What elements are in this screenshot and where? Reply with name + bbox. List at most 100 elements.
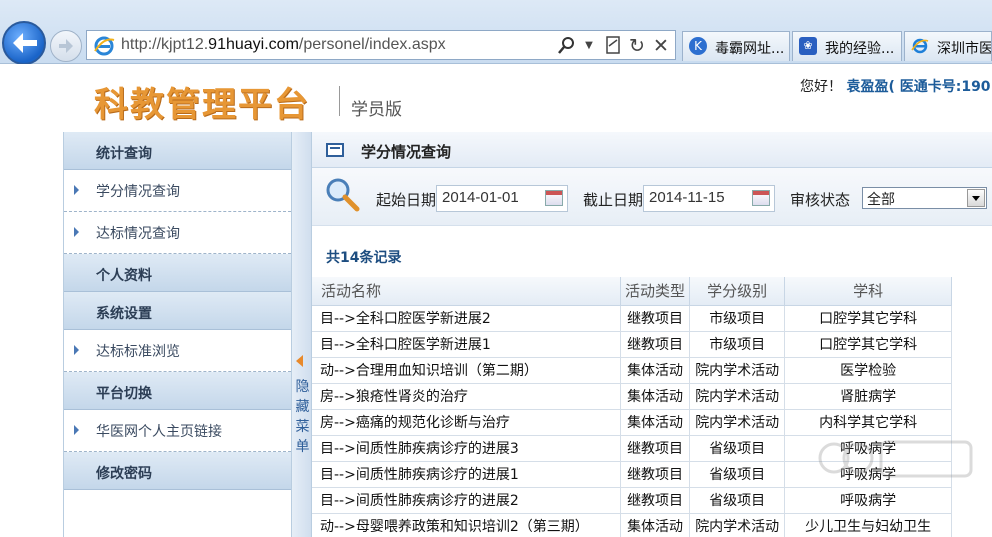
- cell-activity-name[interactable]: 目-->间质性肺疾病诊疗的进展2: [312, 487, 622, 514]
- cell-activity-type: 集体活动: [620, 513, 691, 537]
- cell-credit-level: 省级项目: [689, 487, 786, 514]
- column-header-activity-name[interactable]: 活动名称: [312, 277, 622, 306]
- page-header: 科教管理平台 学员版 您好！ 袁盈盈( 医通卡号:190: [0, 64, 992, 132]
- calendar-icon[interactable]: [752, 190, 770, 206]
- cell-subject: 医学检验: [784, 357, 952, 384]
- hide-menu-label[interactable]: 隐藏菜单: [293, 377, 312, 457]
- cell-activity-type: 集体活动: [620, 357, 691, 384]
- collapse-arrow-icon[interactable]: [296, 355, 303, 367]
- cell-subject: 呼吸病学: [784, 435, 952, 462]
- table-row[interactable]: 目-->全科口腔医学新进展2 继教项目 市级项目 口腔学其它学科: [312, 305, 952, 332]
- page-title: 学分情况查询: [361, 143, 452, 161]
- filter-bar: 起始日期 2014-01-01 截止日期 2014-11-15 审核状态 全部: [312, 168, 992, 226]
- start-date-input[interactable]: 2014-01-01: [436, 185, 568, 212]
- cell-subject: 内科学其它学科: [784, 409, 952, 436]
- panel-header: 学分情况查询: [312, 132, 992, 168]
- browser-tab-3[interactable]: 深圳市医: [904, 31, 992, 61]
- tab-label: 毒霸网址...: [715, 41, 785, 57]
- cell-activity-name[interactable]: 房-->癌痛的规范化诊断与治疗: [312, 409, 622, 436]
- logo-divider: [339, 86, 340, 116]
- table-row[interactable]: 目-->间质性肺疾病诊疗的进展1 继教项目 省级项目 呼吸病学: [312, 461, 952, 488]
- dropdown-arrow-icon[interactable]: ▼: [579, 36, 599, 56]
- cell-activity-name[interactable]: 目-->全科口腔医学新进展2: [312, 305, 622, 332]
- end-date-label: 截止日期: [583, 191, 644, 209]
- sidebar-item-label: 华医网个人主页链接: [96, 424, 222, 440]
- sidebar-section-statistics[interactable]: 统计查询: [64, 132, 291, 170]
- table-row[interactable]: 动-->母婴喂养政策和知识培训2（第三期） 集体活动 院内学术活动 少儿卫生与妇…: [312, 513, 952, 537]
- sidebar-section-profile[interactable]: 个人资料: [64, 254, 291, 292]
- stop-icon[interactable]: ✕: [651, 36, 671, 56]
- cell-credit-level: 院内学术活动: [689, 513, 786, 537]
- sidebar-toggle[interactable]: 隐藏菜单: [291, 132, 312, 537]
- cell-subject: 口腔学其它学科: [784, 305, 952, 332]
- browser-tab-1[interactable]: K 毒霸网址...: [682, 31, 790, 61]
- tab-label: 我的经验...: [825, 41, 895, 57]
- end-date-input[interactable]: 2014-11-15: [643, 185, 775, 212]
- table-row[interactable]: 目-->间质性肺疾病诊疗的进展3 继教项目 省级项目 呼吸病学: [312, 435, 952, 462]
- sidebar-item-standard-query[interactable]: 达标情况查询: [64, 212, 291, 254]
- refresh-icon[interactable]: ↻: [627, 36, 647, 56]
- sidebar-item-label: 达标情况查询: [96, 226, 180, 242]
- table-row[interactable]: 房-->狼疮性肾炎的治疗 集体活动 院内学术活动 肾脏病学: [312, 383, 952, 410]
- browser-tab-2[interactable]: ❀ 我的经验...: [792, 31, 902, 61]
- sidebar-item-label: 达标标准浏览: [96, 344, 180, 360]
- credit-table: 活动名称 活动类型 学分级别 学科 目-->全科口腔医学新进展2 继教项目 市级…: [312, 277, 952, 537]
- tab-label: 深圳市医: [937, 41, 992, 57]
- table-row[interactable]: 房-->癌痛的规范化诊断与治疗 集体活动 院内学术活动 内科学其它学科: [312, 409, 952, 436]
- cell-credit-level: 院内学术活动: [689, 383, 786, 410]
- start-date-value: 2014-01-01: [442, 189, 519, 206]
- cell-activity-name[interactable]: 目-->全科口腔医学新进展1: [312, 331, 622, 358]
- chevron-down-icon[interactable]: [967, 189, 985, 207]
- table-row[interactable]: 目-->全科口腔医学新进展1 继教项目 市级项目 口腔学其它学科: [312, 331, 952, 358]
- table-row[interactable]: 目-->间质性肺疾病诊疗的进展2 继教项目 省级项目 呼吸病学: [312, 487, 952, 514]
- address-bar[interactable]: http://kjpt12.91huayi.com/personel/index…: [86, 30, 676, 60]
- cell-subject: 肾脏病学: [784, 383, 952, 410]
- sidebar-item-homepage-link[interactable]: 华医网个人主页链接: [64, 410, 291, 452]
- cell-credit-level: 省级项目: [689, 461, 786, 488]
- column-header-subject[interactable]: 学科: [784, 277, 952, 306]
- cell-activity-name[interactable]: 动-->合理用血知识培训（第二期）: [312, 357, 622, 384]
- record-count: 共14条记录: [326, 250, 402, 266]
- sidebar-section-change-password[interactable]: 修改密码: [64, 452, 291, 490]
- search-icon[interactable]: [557, 36, 577, 56]
- sidebar-item-standard-browse[interactable]: 达标标准浏览: [64, 330, 291, 372]
- url-prefix: http://kjpt12.: [121, 36, 209, 53]
- sidebar-item-credit-query[interactable]: 学分情况查询: [64, 170, 291, 212]
- column-header-credit-level[interactable]: 学分级别: [689, 277, 786, 306]
- sidebar-section-settings[interactable]: 系统设置: [64, 292, 291, 330]
- cell-activity-type: 集体活动: [620, 409, 691, 436]
- cell-credit-level: 院内学术活动: [689, 357, 786, 384]
- credit-table-container: 活动名称 活动类型 学分级别 学科 目-->全科口腔医学新进展2 继教项目 市级…: [312, 277, 992, 537]
- calendar-icon[interactable]: [545, 190, 563, 206]
- paw-icon: ❀: [799, 37, 817, 55]
- cell-credit-level: 省级项目: [689, 435, 786, 462]
- column-header-activity-type[interactable]: 活动类型: [620, 277, 691, 306]
- cell-subject: 呼吸病学: [784, 487, 952, 514]
- review-status-select[interactable]: 全部: [862, 187, 987, 209]
- cell-activity-type: 继教项目: [620, 331, 691, 358]
- cell-activity-type: 继教项目: [620, 435, 691, 462]
- forward-arrow-icon: [59, 39, 73, 53]
- cell-subject: 口腔学其它学科: [784, 331, 952, 358]
- url-text[interactable]: http://kjpt12.91huayi.com/personel/index…: [121, 36, 446, 54]
- ie-icon: [911, 38, 929, 54]
- url-path: /personel/index.aspx: [298, 36, 446, 53]
- end-date-value: 2014-11-15: [649, 189, 725, 206]
- compatibility-view-icon[interactable]: [603, 36, 623, 56]
- back-button[interactable]: [2, 21, 46, 65]
- table-row[interactable]: 动-->合理用血知识培训（第二期） 集体活动 院内学术活动 医学检验: [312, 357, 952, 384]
- main-panel: 学分情况查询 起始日期 2014-01-01 截止日期 2014-11-15 审…: [312, 132, 992, 537]
- review-status-label: 审核状态: [790, 191, 851, 209]
- cell-activity-type: 继教项目: [620, 305, 691, 332]
- cell-activity-name[interactable]: 目-->间质性肺疾病诊疗的进展1: [312, 461, 622, 488]
- platform-logo[interactable]: 科教管理平台: [94, 77, 310, 126]
- cell-activity-name[interactable]: 房-->狼疮性肾炎的治疗: [312, 383, 622, 410]
- triangle-right-icon: [74, 425, 79, 435]
- cell-credit-level: 市级项目: [689, 331, 786, 358]
- cell-activity-name[interactable]: 目-->间质性肺疾病诊疗的进展3: [312, 435, 622, 462]
- sidebar-menu: 统计查询 学分情况查询 达标情况查询 个人资料 系统设置 达标标准浏览 平台切换…: [63, 132, 291, 537]
- back-arrow-icon: [13, 33, 37, 53]
- cell-activity-name[interactable]: 动-->母婴喂养政策和知识培训2（第三期）: [312, 513, 622, 537]
- sidebar-section-platform-switch[interactable]: 平台切换: [64, 372, 291, 410]
- forward-button[interactable]: [50, 30, 82, 62]
